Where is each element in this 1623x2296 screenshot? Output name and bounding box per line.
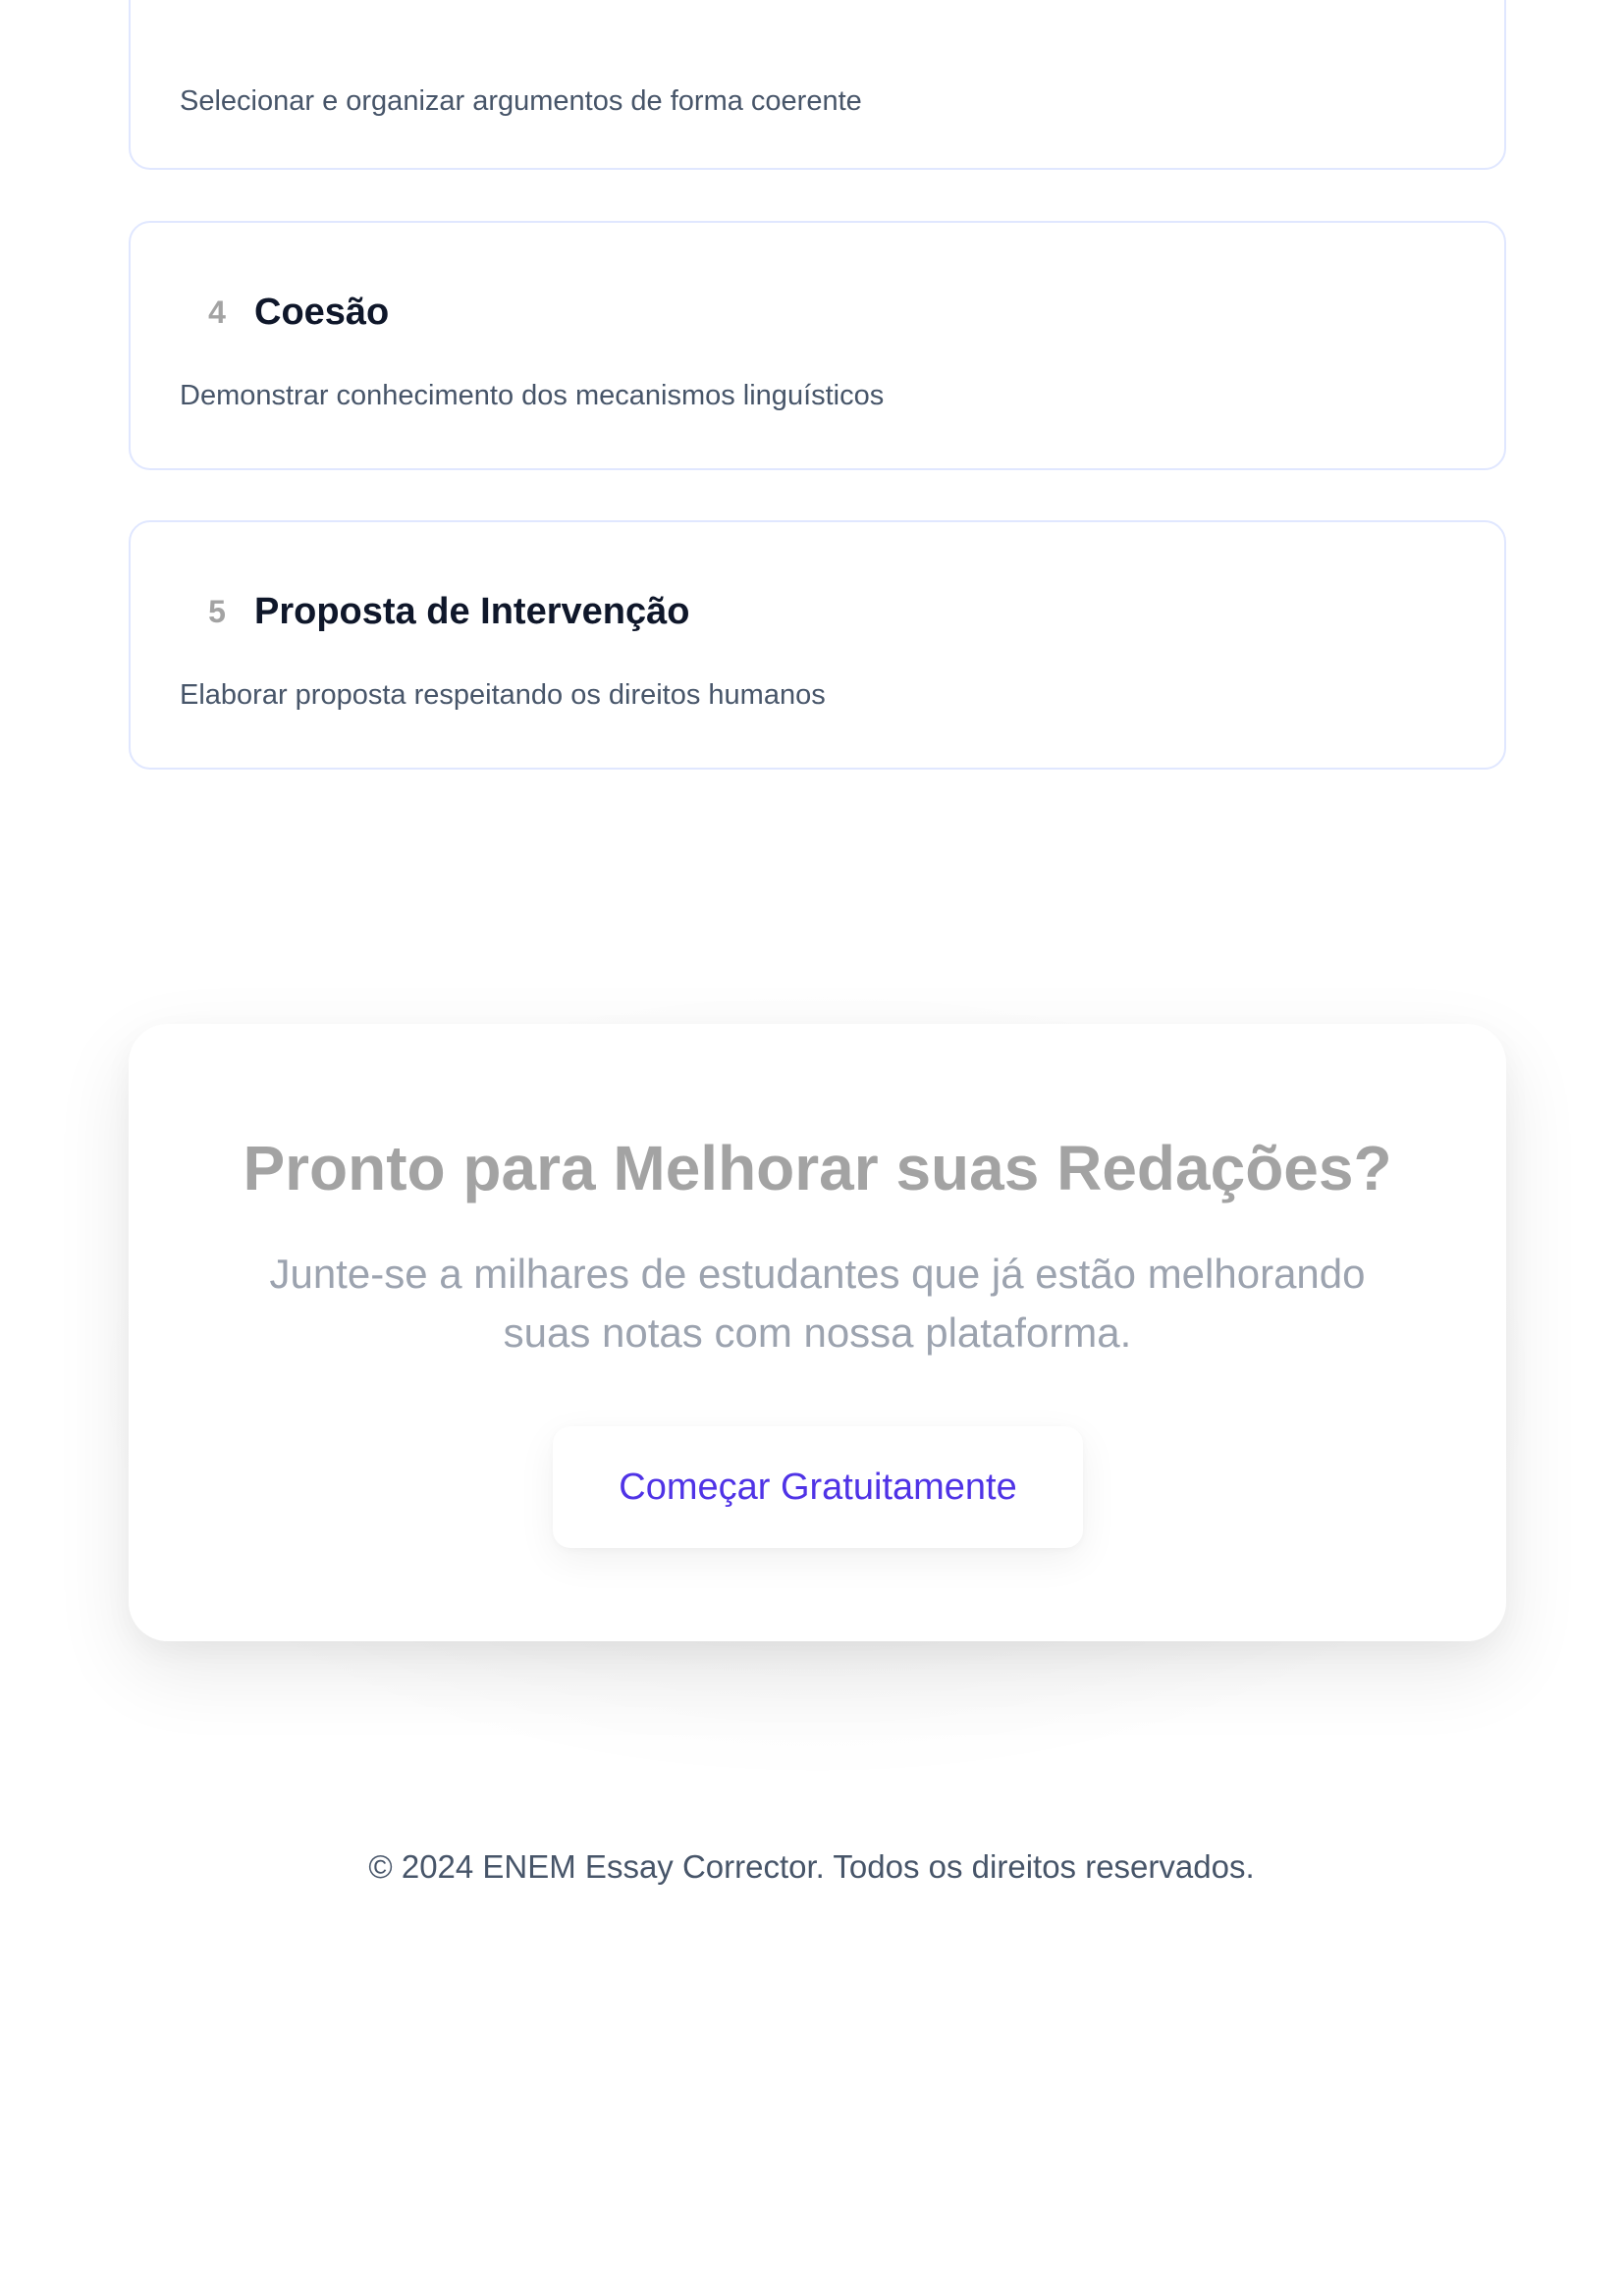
cta-subtitle: Junte-se a milhares de estudantes que já… — [269, 1251, 1366, 1356]
cta-title: Pronto para Melhorar suas Redações? — [243, 1133, 1392, 1203]
competency-card-4: 4 Coesão Demonstrar conhecimento dos mec… — [129, 221, 1506, 470]
competency-title: Coesão — [254, 291, 390, 333]
start-free-button[interactable]: Começar Gratuitamente — [553, 1426, 1083, 1548]
footer-copyright: © 2024 ENEM Essay Corrector. Todos os di… — [368, 1848, 1255, 1885]
competency-description: Elaborar proposta respeitando os direito… — [180, 679, 826, 711]
competency-number: 4 — [208, 294, 226, 330]
competency-card-5: 5 Proposta de Intervenção Elaborar propo… — [129, 520, 1506, 770]
competency-header: 5 Proposta de Intervenção — [180, 587, 689, 636]
page: Selecionar e organizar argumentos de for… — [0, 0, 1623, 2296]
competency-title: Proposta de Intervenção — [254, 590, 690, 632]
competency-description: Demonstrar conhecimento dos mecanismos l… — [180, 380, 885, 411]
competency-header: 4 Coesão — [180, 288, 389, 337]
competency-card-3: Selecionar e organizar argumentos de for… — [129, 0, 1506, 170]
competency-description: Selecionar e organizar argumentos de for… — [180, 85, 862, 117]
competency-number: 5 — [208, 593, 226, 629]
cta-section: Pronto para Melhorar suas Redações? Junt… — [129, 1024, 1506, 1641]
